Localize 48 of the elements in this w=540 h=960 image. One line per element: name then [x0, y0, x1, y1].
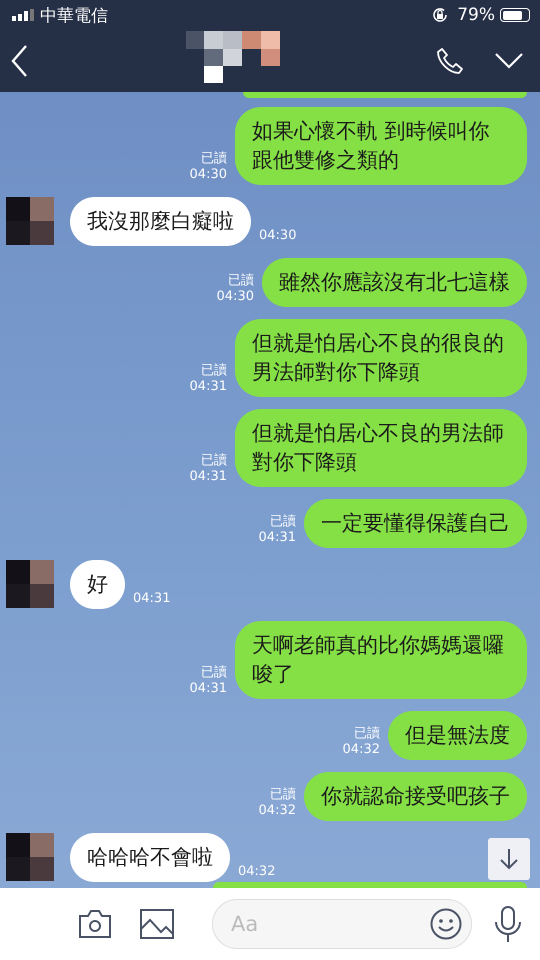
- message-time: 04:32: [342, 742, 380, 758]
- read-receipt: 已讀: [201, 363, 227, 379]
- carrier-name: 中華電信: [40, 4, 108, 26]
- message-time: 04:31: [133, 591, 170, 607]
- read-receipt: 已讀: [228, 273, 254, 289]
- image-icon[interactable]: [140, 909, 174, 939]
- message-time: 04:31: [190, 379, 227, 395]
- sent-message: 如果心懷不軌 到時候叫你跟他雙修之類的: [235, 107, 527, 185]
- avatar[interactable]: [6, 833, 54, 881]
- sent-message: 雖然你應該沒有北七這樣: [262, 258, 527, 307]
- sent-message: 一定要懂得保護自己: [304, 499, 527, 548]
- received-message: 哈哈哈不會啦: [70, 833, 230, 882]
- read-receipt: 已讀: [354, 726, 380, 742]
- arrow-down-icon: [499, 848, 519, 870]
- read-receipt: 已讀: [270, 514, 296, 530]
- sent-message: 但就是怕居心不良的很良的男法師對你下降頭: [235, 319, 527, 397]
- message-time: 04:32: [238, 864, 276, 880]
- sent-message: 你就認命接受吧孩子: [304, 772, 527, 821]
- battery-icon: [500, 8, 530, 22]
- emoji-icon[interactable]: [430, 908, 462, 940]
- battery-percent: 79%: [457, 5, 495, 25]
- back-icon[interactable]: [10, 44, 30, 78]
- rotation-lock-icon: [431, 6, 450, 24]
- message-time: 04:31: [258, 530, 296, 546]
- received-message: 我沒那麼白癡啦: [70, 197, 251, 246]
- message-time: 04:30: [259, 228, 296, 244]
- message-input[interactable]: Aa: [212, 899, 472, 949]
- message-time: 04:30: [216, 289, 254, 305]
- received-message: 好: [70, 560, 125, 609]
- sent-message: 天啊老師真的比你媽媽還囉唆了: [235, 621, 527, 699]
- phone-icon[interactable]: [436, 47, 464, 75]
- microphone-icon[interactable]: [494, 906, 522, 942]
- message-time: 04:31: [190, 681, 227, 697]
- message-time: 04:32: [258, 803, 296, 819]
- chevron-down-icon[interactable]: [494, 52, 524, 70]
- read-receipt: 已讀: [201, 453, 227, 469]
- avatar[interactable]: [6, 197, 54, 245]
- sent-message: 但就是怕居心不良的男法師對你下降頭: [235, 409, 527, 487]
- sent-message: 但是無法度: [388, 711, 527, 760]
- scroll-down-button[interactable]: [488, 838, 530, 880]
- camera-icon[interactable]: [78, 909, 112, 939]
- signal-icon: [12, 9, 34, 21]
- read-receipt: 已讀: [270, 787, 296, 803]
- message-time: 04:30: [190, 167, 227, 183]
- read-receipt: 已讀: [201, 665, 227, 681]
- message-time: 04:31: [190, 469, 227, 485]
- avatar[interactable]: [6, 560, 54, 608]
- read-receipt: 已讀: [201, 151, 227, 167]
